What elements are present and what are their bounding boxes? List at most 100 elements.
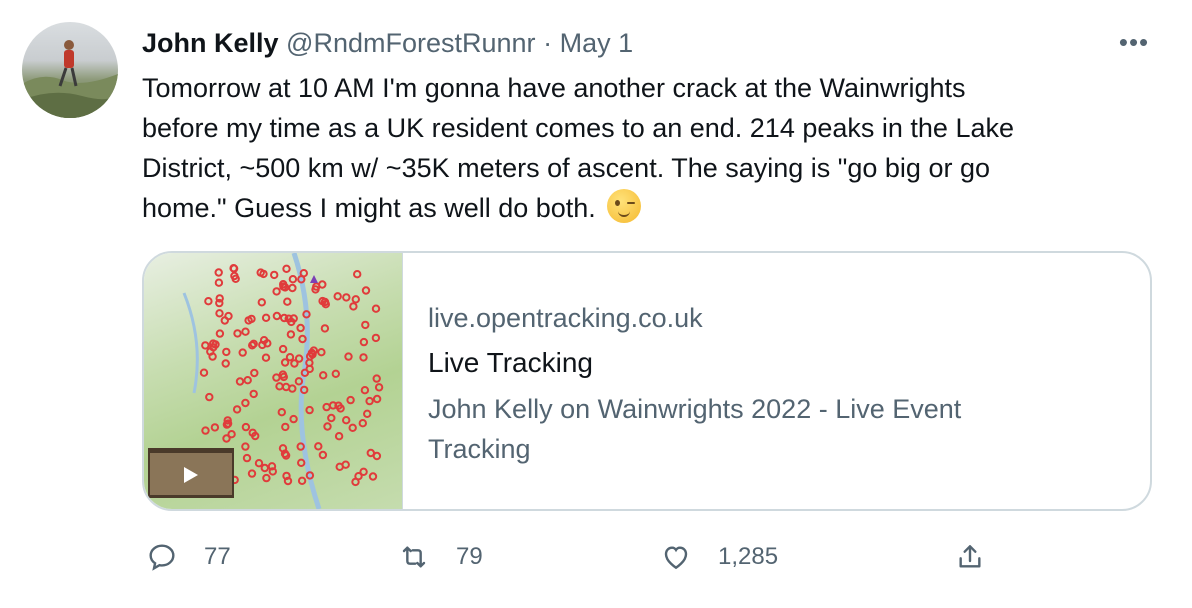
map-marker [259, 336, 269, 345]
map-marker [317, 348, 326, 357]
map-marker [205, 392, 214, 402]
map-marker [319, 371, 328, 380]
link-card[interactable]: live.opentracking.co.uk Live Tracking Jo… [142, 251, 1152, 511]
map-marker [278, 344, 288, 354]
map-marker [328, 401, 338, 410]
map-marker [351, 477, 360, 487]
map-marker [342, 416, 351, 425]
map-marker [297, 458, 306, 468]
map-marker [281, 382, 291, 392]
map-marker [305, 364, 314, 374]
map-marker [257, 298, 267, 307]
tweet-header: John Kelly @RndmForestRunnr · May 1 [142, 28, 633, 59]
map-marker [305, 405, 314, 415]
map-marker [372, 451, 382, 461]
map-marker [282, 264, 291, 274]
map-marker [232, 405, 242, 414]
map-marker [372, 374, 381, 383]
map-marker [360, 386, 370, 395]
map-thumbnail [144, 253, 403, 509]
map-marker [361, 286, 371, 295]
reply-icon [149, 544, 175, 571]
map-marker [333, 292, 342, 301]
map-marker [229, 264, 239, 273]
card-description: John Kelly on Wainwrights 2022 - Live Ev… [428, 394, 962, 464]
map-marker [215, 329, 225, 338]
map-marker [372, 394, 382, 404]
map-marker [215, 294, 224, 303]
heart-icon [664, 546, 688, 570]
map-marker [334, 432, 344, 441]
map-marker [298, 334, 307, 344]
map-marker [275, 382, 284, 391]
map-marker [201, 426, 210, 435]
map-marker [243, 376, 252, 385]
map-marker [280, 449, 290, 458]
retweet-count: 79 [456, 543, 483, 570]
map-marker [215, 309, 224, 318]
card-title: Live Tracking [428, 347, 593, 378]
map-marker [314, 442, 323, 451]
reply-count: 77 [204, 543, 231, 570]
map-marker [281, 422, 290, 432]
map-marker [242, 453, 252, 463]
author-handle[interactable]: @RndmForestRunnr [286, 28, 536, 58]
tweet-text-line: District, ~500 km w/ ~35K meters of asce… [142, 153, 990, 183]
map-marker [348, 423, 357, 433]
map-marker [290, 359, 299, 368]
map-marker [235, 377, 245, 386]
map-marker [261, 313, 271, 323]
share-button[interactable] [954, 537, 986, 577]
map-marker [238, 348, 247, 357]
map-marker [365, 396, 374, 406]
map-marker [249, 389, 258, 399]
map-marker [359, 337, 369, 347]
tweet-text-line: before my time as a UK resident comes to… [142, 113, 1014, 143]
map-marker [349, 302, 358, 311]
map-marker [222, 347, 231, 357]
map-marker [254, 459, 264, 468]
winking-face-icon [607, 189, 642, 223]
map-marker [204, 297, 213, 306]
like-button[interactable]: 1,285 [660, 537, 778, 577]
map-marker [294, 377, 304, 386]
map-marker [283, 297, 292, 306]
map-marker [267, 462, 277, 471]
action-bar: 77 79 1,285 [142, 537, 1002, 577]
map-marker [241, 422, 251, 432]
map-marker [297, 476, 307, 486]
map-marker [351, 295, 361, 304]
map-marker [342, 293, 351, 302]
map-marker [233, 329, 242, 338]
map-marker [288, 283, 297, 293]
map-marker [272, 287, 281, 296]
map-marker [296, 323, 305, 333]
map-marker [249, 339, 258, 349]
more-options-icon[interactable]: ••• [1116, 29, 1152, 55]
header-separator: · [543, 28, 553, 58]
author-name[interactable]: John Kelly [142, 28, 279, 58]
map-marker [368, 472, 378, 481]
tweet: John Kelly @RndmForestRunnr · May 1 ••• … [0, 0, 1192, 608]
map-marker [241, 327, 250, 336]
retweet-button[interactable]: 79 [398, 537, 483, 577]
map-marker [323, 422, 332, 431]
reply-button[interactable]: 77 [146, 537, 231, 577]
map-marker [371, 333, 381, 343]
map-marker [262, 473, 271, 483]
map-marker [250, 368, 259, 378]
map-marker [361, 320, 370, 330]
tweet-date[interactable]: May 1 [560, 28, 634, 58]
map-marker [210, 423, 220, 432]
retweet-icon [402, 546, 426, 568]
map-marker [241, 442, 250, 451]
map-marker [296, 442, 305, 451]
like-count: 1,285 [718, 543, 779, 570]
avatar[interactable] [22, 22, 118, 118]
map-marker [286, 330, 296, 339]
tweet-text: Tomorrow at 10 AM I'm gonna have another… [142, 68, 1132, 228]
map-marker [261, 353, 271, 362]
map-marker [359, 353, 368, 362]
map-marker [270, 270, 279, 280]
map-marker [222, 434, 231, 443]
